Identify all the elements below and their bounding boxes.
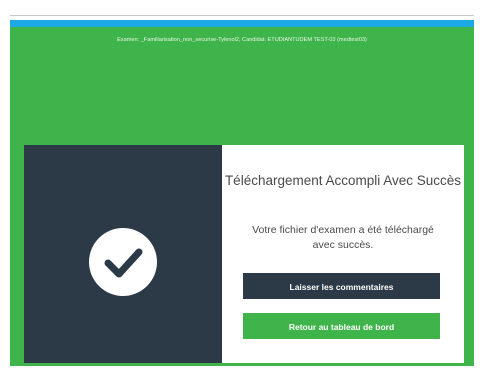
dialog-icon-panel [24, 145, 222, 363]
dialog-message: Votre fichier d'examen a été téléchargé … [252, 224, 434, 251]
top-accent-bar [10, 20, 474, 27]
checkmark-icon [89, 228, 157, 296]
upload-success-dialog: Téléchargement Accompli Avec Succès Votr… [24, 145, 464, 363]
top-divider [10, 15, 474, 16]
dialog-title: Téléchargement Accompli Avec Succès [224, 173, 462, 188]
leave-comments-button[interactable]: Laisser les commentaires [243, 273, 440, 299]
exam-background: Examen: _Familiarisation_non_securise-Ty… [10, 27, 474, 366]
back-to-dashboard-button[interactable]: Retour au tableau de bord [243, 313, 440, 339]
exam-info-header: Examen: _Familiarisation_non_securise-Ty… [117, 37, 367, 43]
exam-upload-screen: Examen: _Familiarisation_non_securise-Ty… [0, 0, 485, 370]
dialog-content: Téléchargement Accompli Avec Succès Votr… [222, 145, 464, 363]
